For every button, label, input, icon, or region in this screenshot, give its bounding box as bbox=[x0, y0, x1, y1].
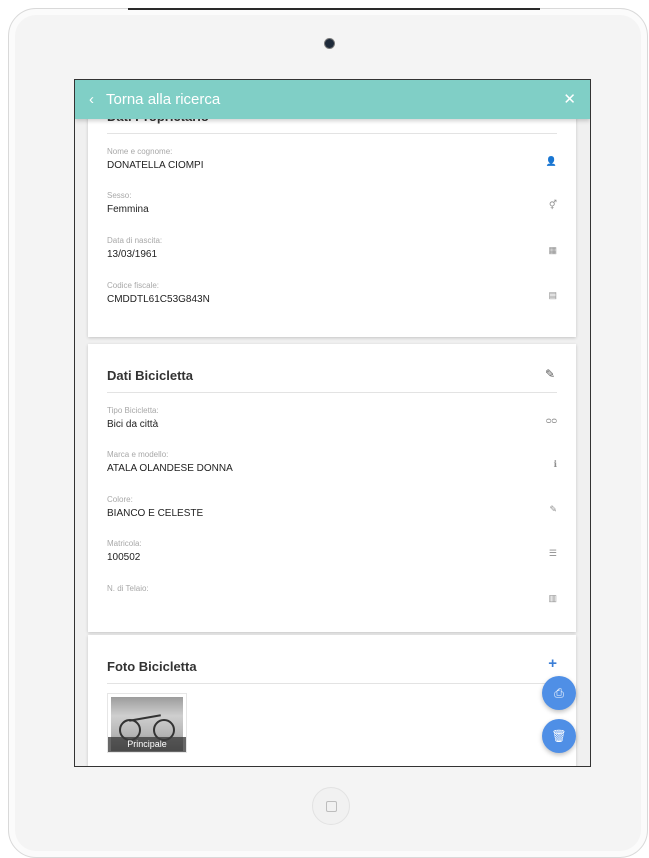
bike-card-title: Dati Bicicletta bbox=[107, 368, 193, 383]
field-label: Matricola: bbox=[107, 539, 142, 548]
bicycle-icon: ᴑᴑ bbox=[546, 415, 557, 425]
field-marca-modello: Marca e modello: ATALA OLANDESE DONNA ℹ bbox=[107, 450, 557, 490]
app-screen: Dati Proprietario ✎ Nome e cognome: DONA… bbox=[74, 79, 591, 767]
calculator-icon: ▤ bbox=[548, 290, 557, 300]
field-telaio: N. di Telaio: ▥ bbox=[107, 584, 557, 624]
field-label: Tipo Bicicletta: bbox=[107, 406, 159, 415]
back-label: Torna alla ricerca bbox=[106, 91, 221, 108]
field-value: Femmina bbox=[107, 204, 149, 215]
field-value: BIANCO E CELESTE bbox=[107, 508, 204, 519]
top-bezel-line bbox=[128, 8, 540, 10]
field-label: Marca e modello: bbox=[107, 450, 169, 459]
photo-card-title: Foto Bicicletta bbox=[107, 659, 197, 674]
chevron-left-icon: ‹ bbox=[89, 91, 94, 108]
field-tipo-bicicletta: Tipo Bicicletta: Bici da città ᴑᴑ bbox=[107, 406, 557, 446]
trash-icon: 🗑 bbox=[551, 729, 567, 743]
list-icon: ☰ bbox=[548, 548, 557, 558]
field-value: 100502 bbox=[107, 552, 141, 563]
field-value: DONATELLA CIOMPI bbox=[107, 160, 204, 171]
user-icon: 👤 bbox=[545, 156, 557, 166]
field-label: Nome e cognome: bbox=[107, 147, 173, 156]
field-label: N. di Telaio: bbox=[107, 584, 149, 593]
bike-card-header: Dati Bicicletta ✎ bbox=[107, 367, 557, 393]
delete-button[interactable]: 🗑 bbox=[542, 719, 576, 753]
home-square-icon bbox=[325, 800, 337, 812]
field-nome: Nome e cognome: DONATELLA CIOMPI 👤 bbox=[107, 147, 557, 187]
app-bar: ‹ Torna alla ricerca ✕ bbox=[75, 80, 590, 119]
paintbrush-icon: ✎ bbox=[549, 504, 557, 514]
pencil-icon[interactable]: ✎ bbox=[545, 367, 555, 381]
field-label: Colore: bbox=[107, 495, 133, 504]
photo-card-header: Foto Bicicletta + bbox=[107, 655, 557, 684]
close-icon[interactable]: ✕ bbox=[563, 90, 576, 108]
field-label: Sesso: bbox=[107, 191, 132, 200]
gender-icon: ⚥ bbox=[548, 200, 557, 210]
field-matricola: Matricola: 100502 ☰ bbox=[107, 539, 557, 579]
plus-icon[interactable]: + bbox=[548, 655, 557, 672]
back-button[interactable]: ‹ Torna alla ricerca bbox=[89, 91, 220, 108]
field-value: Bici da città bbox=[107, 419, 159, 430]
info-icon: ℹ bbox=[553, 459, 557, 469]
barcode-icon: ▥ bbox=[548, 593, 557, 603]
camera-icon bbox=[325, 39, 334, 48]
field-value: 13/03/1961 bbox=[107, 249, 158, 260]
field-label: Data di nascita: bbox=[107, 236, 163, 245]
photo-thumbnail[interactable]: Principale bbox=[107, 693, 187, 753]
field-value: ATALA OLANDESE DONNA bbox=[107, 463, 233, 474]
field-data-nascita: Data di nascita: 13/03/1961 ▦ bbox=[107, 236, 557, 276]
calendar-icon: ▦ bbox=[548, 245, 557, 255]
field-sesso: Sesso: Femmina ⚥ bbox=[107, 191, 557, 231]
home-button[interactable] bbox=[312, 787, 350, 825]
bike-card: Dati Bicicletta ✎ Tipo Bicicletta: Bici … bbox=[88, 344, 576, 632]
printer-icon: ⎙ bbox=[554, 685, 564, 700]
field-colore: Colore: BIANCO E CELESTE ✎ bbox=[107, 495, 557, 535]
photo-caption: Principale bbox=[108, 737, 186, 752]
print-button[interactable]: ⎙ bbox=[542, 676, 576, 710]
field-label: Codice fiscale: bbox=[107, 281, 160, 290]
field-codice-fiscale: Codice fiscale: CMDDTL61C53G843N ▤ bbox=[107, 281, 557, 321]
photo-card: Foto Bicicletta + Principale bbox=[88, 635, 576, 766]
field-value: CMDDTL61C53G843N bbox=[107, 294, 210, 305]
